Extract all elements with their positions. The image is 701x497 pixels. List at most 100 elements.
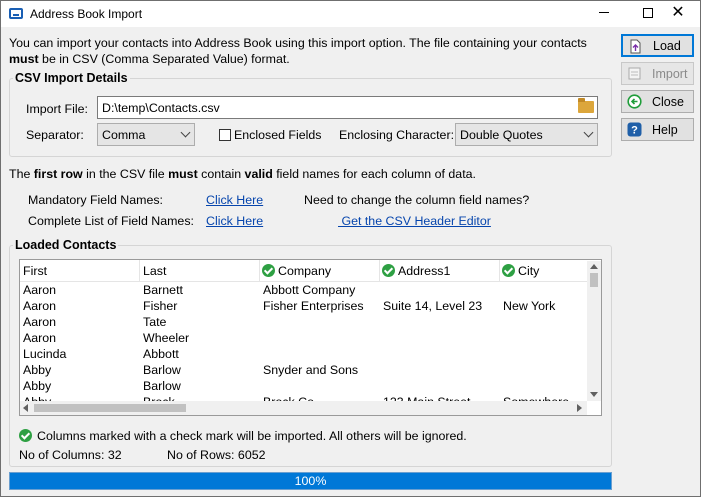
mandatory-field-names-link[interactable]: Click Here	[206, 193, 263, 207]
change-field-names-question: Need to change the column field names?	[304, 193, 530, 207]
separator-select[interactable]: Comma	[97, 123, 195, 146]
cell-last: Abbott	[143, 347, 179, 361]
intro-text: You can import your contacts into Addres…	[9, 35, 609, 67]
import-button-label: Import	[652, 67, 688, 81]
progress-bar: 100%	[9, 472, 612, 490]
vertical-scrollbar[interactable]	[587, 261, 601, 401]
separator-value: Comma	[102, 128, 146, 142]
address-book-import-window: Address Book Import ✕ You can import you…	[0, 0, 701, 497]
vertical-scroll-thumb[interactable]	[590, 273, 598, 287]
help-button-label: Help	[652, 123, 678, 137]
maximize-icon	[643, 7, 653, 18]
table-row[interactable]: Aaron Wheeler	[20, 331, 590, 347]
column-header-company[interactable]: Company	[260, 260, 380, 282]
check-mark-icon	[262, 264, 275, 277]
cell-city: New York	[503, 299, 556, 313]
cell-company: Abbott Company	[263, 283, 356, 297]
svg-text:?: ?	[631, 125, 638, 137]
column-count: No of Columns: 32	[19, 448, 122, 462]
table-row[interactable]: Aaron Barnett Abbott Company	[20, 283, 590, 299]
import-button[interactable]: Import	[621, 62, 694, 85]
first-row-note-part3: contain	[197, 167, 245, 181]
cell-company: Snyder and Sons	[263, 363, 359, 377]
column-header-city[interactable]: City	[500, 260, 600, 282]
import-file-field[interactable]: D:\temp\Contacts.csv	[97, 96, 598, 119]
column-header-label: Company	[278, 264, 332, 278]
column-header-label: Address1	[398, 264, 451, 278]
complete-field-names-link[interactable]: Click Here	[206, 214, 263, 228]
loaded-contacts-title: Loaded Contacts	[13, 238, 119, 252]
intro-text-bold: must	[9, 52, 39, 66]
enclosing-character-label: Enclosing Character:	[339, 128, 455, 142]
table-row[interactable]: Abby Barlow Snyder and Sons	[20, 363, 590, 379]
help-icon: ?	[627, 122, 642, 137]
enclosing-character-select[interactable]: Double Quotes	[455, 123, 598, 146]
address-book-icon	[9, 8, 23, 19]
help-button[interactable]: ? Help	[621, 118, 694, 141]
first-row-note-bold1: first row	[33, 167, 83, 181]
horizontal-scrollbar[interactable]	[20, 401, 587, 415]
column-header-first[interactable]: First	[20, 260, 140, 282]
enclosed-fields-checkbox[interactable]	[219, 129, 231, 141]
check-mark-icon	[19, 429, 32, 442]
complete-field-names-label: Complete List of Field Names:	[28, 214, 194, 228]
close-button[interactable]: Close	[621, 90, 694, 113]
scroll-down-icon[interactable]	[590, 392, 598, 397]
first-row-note-bold3: valid	[244, 167, 273, 181]
cell-company: Fisher Enterprises	[263, 299, 364, 313]
table-row[interactable]: Aaron Fisher Fisher Enterprises Suite 14…	[20, 299, 590, 315]
separator-label: Separator:	[26, 128, 84, 142]
contacts-grid[interactable]: First Last Company Address1 City Aaron B…	[19, 259, 602, 416]
scroll-up-icon[interactable]	[590, 264, 598, 269]
close-button-label: Close	[652, 95, 684, 109]
cell-last: Barlow	[143, 379, 181, 393]
cell-last: Tate	[143, 315, 167, 329]
cell-last: Fisher	[143, 299, 178, 313]
load-button-label: Load	[653, 39, 681, 53]
column-header-last[interactable]: Last	[140, 260, 260, 282]
title-bar[interactable]: Address Book Import ✕	[1, 1, 700, 27]
csv-header-editor-link[interactable]: Get the CSV Header Editor	[338, 214, 490, 228]
cell-first: Aaron	[23, 283, 57, 297]
check-mark-icon	[382, 264, 395, 277]
close-icon: ✕	[671, 4, 685, 21]
cell-last: Barnett	[143, 283, 183, 297]
row-count: No of Rows: 6052	[167, 448, 266, 462]
window-title: Address Book Import	[30, 7, 143, 21]
import-icon	[628, 67, 641, 80]
window-close-button[interactable]: ✕	[655, 1, 701, 27]
table-row[interactable]: Aaron Tate	[20, 315, 590, 331]
cell-first: Abby	[23, 379, 52, 393]
import-file-value: D:\temp\Contacts.csv	[102, 101, 220, 115]
minimize-icon	[599, 12, 609, 14]
progress-label: 100%	[294, 474, 327, 488]
cell-first: Aaron	[23, 331, 57, 345]
first-row-note-bold2: must	[168, 167, 198, 181]
import-file-label: Import File:	[26, 102, 88, 116]
folder-icon[interactable]	[578, 98, 594, 113]
column-header-address1[interactable]: Address1	[380, 260, 500, 282]
first-row-note-part2: in the CSV file	[82, 167, 169, 181]
intro-text-part2: be in CSV (Comma Separated Value) format…	[38, 52, 290, 66]
scroll-right-icon[interactable]	[577, 404, 582, 412]
first-row-note-part1: The	[9, 167, 34, 181]
table-row[interactable]: Lucinda Abbott	[20, 347, 590, 363]
minimize-button[interactable]	[581, 1, 627, 27]
check-mark-note: Columns marked with a check mark will be…	[37, 429, 467, 443]
cell-last: Barlow	[143, 363, 181, 377]
csv-import-details-title: CSV Import Details	[13, 71, 130, 85]
horizontal-scroll-thumb[interactable]	[34, 404, 186, 412]
cell-first: Abby	[23, 363, 52, 377]
check-mark-icon	[502, 264, 515, 277]
column-header-label: City	[518, 264, 540, 278]
chevron-down-icon	[180, 127, 191, 138]
intro-text-part1: You can import your contacts into Addres…	[9, 36, 587, 50]
back-arrow-icon	[627, 94, 642, 109]
table-row[interactable]: Abby Barlow	[20, 379, 590, 395]
first-row-note-part4: field names for each column of data.	[272, 167, 476, 181]
enclosed-fields-label: Enclosed Fields	[234, 128, 322, 142]
load-button[interactable]: Load	[621, 34, 694, 57]
scroll-left-icon[interactable]	[23, 404, 28, 412]
cell-address1: Suite 14, Level 23	[383, 299, 483, 313]
grid-header: First Last Company Address1 City	[20, 260, 600, 282]
